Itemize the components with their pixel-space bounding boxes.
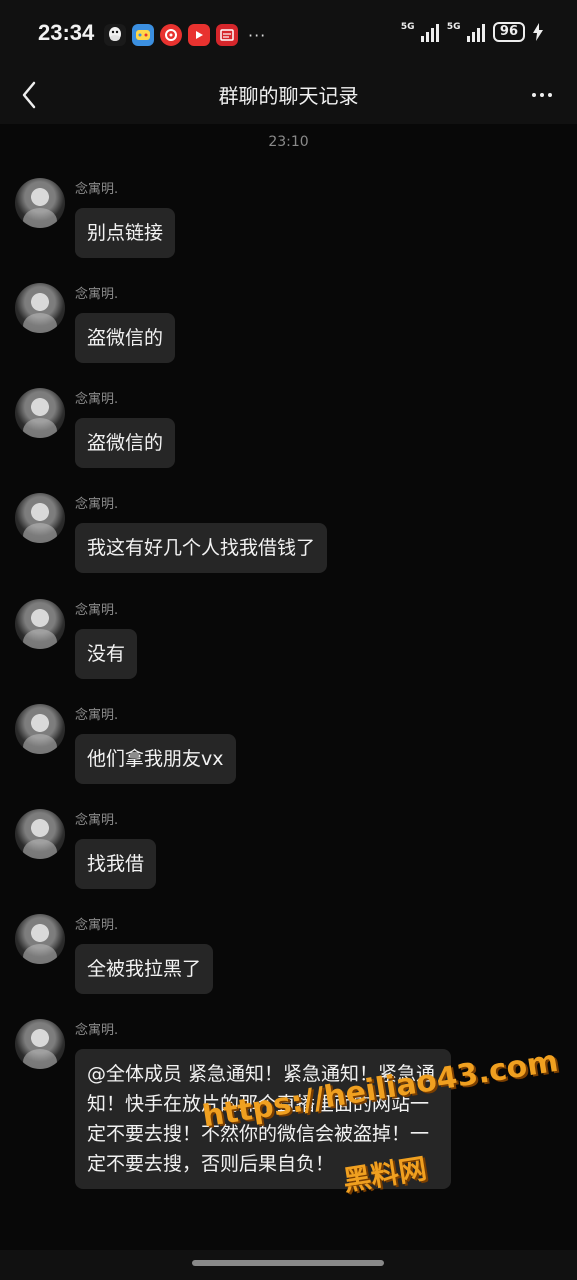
status-bar: 23:34 ··· 5G 5G 96 — [0, 0, 577, 70]
status-time: 23:34 — [38, 20, 95, 45]
network-type-label: 5G — [446, 22, 461, 32]
message-bubble[interactable]: 找我借 — [75, 839, 157, 889]
home-indicator[interactable] — [192, 1260, 384, 1266]
battery-indicator: 96 — [492, 22, 525, 42]
sender-name: 念寓明. — [75, 813, 119, 828]
page-title: 群聊的聊天记录 — [218, 84, 359, 108]
message-bubble[interactable]: 我这有好几个人找我借钱了 — [75, 523, 328, 573]
news-app-icon — [216, 24, 238, 46]
avatar[interactable] — [15, 493, 65, 543]
avatar[interactable] — [15, 914, 65, 964]
sender-name: 念寓明. — [75, 287, 119, 302]
time-separator: 23:10 — [268, 134, 309, 150]
game-icon — [132, 24, 154, 46]
video-app-icon — [188, 24, 210, 46]
system-indicators: 5G 5G 96 — [401, 22, 543, 42]
signal-strength-icon: 5G — [447, 22, 485, 42]
message-bubble[interactable]: 全被我拉黑了 — [75, 944, 214, 994]
message-bubble[interactable]: 没有 — [75, 629, 138, 679]
sender-name: 念寓明. — [75, 603, 119, 618]
sender-name: 念寓明. — [75, 497, 119, 512]
qq-icon — [104, 24, 126, 46]
message-bubble[interactable]: 别点链接 — [75, 208, 176, 258]
charging-bolt-icon — [533, 23, 543, 41]
more-options-button[interactable] — [527, 78, 557, 112]
avatar[interactable] — [15, 1019, 65, 1069]
signal-strength-icon: 5G — [401, 22, 439, 42]
message-bubble[interactable]: 盗微信的 — [75, 313, 176, 363]
avatar[interactable] — [15, 178, 65, 228]
avatar[interactable] — [15, 388, 65, 438]
sender-name: 念寓明. — [75, 392, 119, 407]
sender-name: 念寓明. — [75, 918, 119, 933]
notification-icons: ··· — [104, 24, 266, 46]
message-bubble[interactable]: 他们拿我朋友vx — [75, 734, 236, 784]
netease-music-icon — [160, 24, 182, 46]
sender-name: 念寓明. — [75, 1023, 119, 1038]
avatar[interactable] — [15, 283, 65, 333]
gesture-bar-area — [0, 1250, 577, 1280]
network-type-label: 5G — [400, 22, 415, 32]
sender-name: 念寓明. — [75, 182, 119, 197]
avatar[interactable] — [15, 704, 65, 754]
sender-name: 念寓明. — [75, 708, 119, 723]
more-notifications-indicator: ··· — [248, 25, 267, 45]
message-bubble[interactable]: 盗微信的 — [75, 418, 176, 468]
avatar[interactable] — [15, 809, 65, 859]
more-dots-icon — [532, 93, 536, 97]
avatar[interactable] — [15, 599, 65, 649]
nav-bar: 群聊的聊天记录 — [0, 70, 577, 124]
